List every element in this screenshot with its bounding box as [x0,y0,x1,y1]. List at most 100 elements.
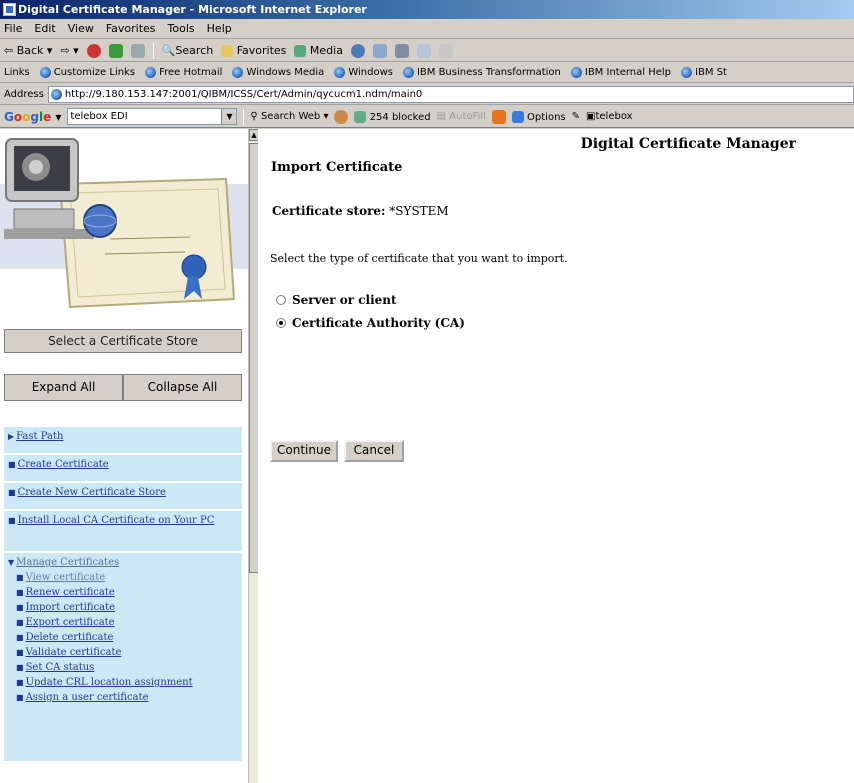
search-button[interactable]: 🔍Search [162,44,214,57]
subnav-delete-certificate[interactable]: ■ Delete certificate [16,630,239,645]
autofill-icon: ▤ [436,111,447,122]
mail-icon[interactable] [372,43,387,58]
collapse-arrow-icon: ▼ [8,558,15,567]
subnav-validate-certificate[interactable]: ■ Validate certificate [16,645,239,660]
binoculars-icon: ⚲ [250,111,258,122]
menu-bar: File Edit View Favorites Tools Help [0,19,854,39]
scroll-thumb[interactable] [249,143,258,573]
autofill-button[interactable]: ▤ AutoFill [437,111,486,122]
subnav-import-certificate[interactable]: ■ Import certificate [16,600,239,615]
bullet-icon: ■ [16,618,24,627]
certificate-store-value: *SYSTEM [389,204,449,218]
link-windows-media[interactable]: Windows Media [232,67,324,78]
back-arrow-icon: ⇦ [4,44,14,57]
media-button[interactable]: Media [294,44,343,57]
home-icon[interactable] [130,43,145,58]
bullet-icon: ■ [16,678,24,687]
popup-blocker-button[interactable]: 254 blocked [354,110,431,123]
ie-page-icon [232,67,244,78]
link-ibm-help[interactable]: IBM Internal Help [570,67,671,78]
ie-page-icon [681,67,693,78]
toolbar-separator [243,108,245,125]
menu-tools[interactable]: Tools [168,22,195,35]
menu-view[interactable]: View [68,22,94,35]
google-search-input[interactable]: telebox EDI ▼ [67,108,238,125]
stop-icon[interactable] [86,43,101,58]
telebox-button[interactable]: ▣telebox [586,111,633,122]
forward-button[interactable]: ⇨ ▾ [60,44,78,57]
expand-collapse-row: Expand All Collapse All [4,374,242,401]
google-logo[interactable]: Google ▾ [4,110,61,124]
nav-item-fast-path[interactable]: ▶ Fast Path [4,427,242,455]
radio-button-icon[interactable] [276,295,286,305]
edit-icon[interactable] [416,43,431,58]
search-icon: 🔍 [161,44,176,57]
links-bar: Links Customize Links Free Hotmail Windo… [0,63,854,83]
link-ibm-business[interactable]: IBM Business Transformation [402,67,561,78]
ie-page-icon [334,67,346,78]
back-button[interactable]: ⇦ Back ▾ [4,44,52,57]
radio-label-server-or-client: Server or client [292,293,397,307]
link-windows[interactable]: Windows [334,67,393,78]
scroll-up-arrow-icon[interactable]: ▲ [249,129,258,141]
ie-page-icon [570,67,582,78]
ie-app-icon [3,3,16,16]
options-icon [511,110,524,123]
page-icon [50,88,62,100]
options-button[interactable]: Options [511,110,566,123]
standard-toolbar: ⇦ Back ▾ ⇨ ▾ 🔍Search Favorites Media [0,40,854,62]
refresh-icon[interactable] [108,43,123,58]
manage-certificates-subnav: ■ View certificate ■ Renew certificate ■ Im… [8,570,239,705]
menu-favorites[interactable]: Favorites [106,22,156,35]
radio-button-selected-icon[interactable] [276,318,286,328]
print-icon[interactable] [394,43,409,58]
task-navigation-list: ▶ Fast Path ■ Create Certificate ■ Create N… [4,427,242,763]
discuss-icon[interactable] [438,43,453,58]
radio-label-certificate-authority: Certificate Authority (CA) [292,316,465,330]
bullet-icon: ■ [16,573,24,582]
radio-server-or-client[interactable]: Server or client [276,293,397,307]
chevron-down-icon[interactable]: ▼ [221,109,237,124]
cancel-button[interactable]: Cancel [344,440,404,462]
nav-item-create-certificate[interactable]: ■ Create Certificate [4,455,242,483]
expand-all-button[interactable]: Expand All [4,374,123,401]
subnav-set-ca-status[interactable]: ■ Set CA status [16,660,239,675]
links-label: Links [4,67,30,78]
history-icon[interactable] [350,43,365,58]
bullet-icon: ■ [16,693,24,702]
menu-edit[interactable]: Edit [34,22,55,35]
link-ibm-st[interactable]: IBM St [681,67,727,78]
link-hotmail[interactable]: Free Hotmail [145,67,222,78]
app-title: Digital Certificate Manager [580,136,796,152]
favorites-icon [221,45,234,57]
highlight-icon[interactable]: ✎ [572,111,580,122]
subnav-export-certificate[interactable]: ■ Export certificate [16,615,239,630]
menu-file[interactable]: File [4,22,22,35]
navigation-frame: Select a Certificate Store Expand All Co… [0,129,258,783]
pagerank-icon[interactable] [334,109,349,124]
nav-item-install-local-ca[interactable]: ■ Install Local CA Certificate on Your PC [4,511,242,553]
subnav-update-crl-location[interactable]: ■ Update CRL location assignment [16,675,239,690]
bullet-icon: ■ [16,648,24,657]
bullet-icon: ■ [8,488,16,497]
select-certificate-store-button[interactable]: Select a Certificate Store [4,329,242,353]
menu-help[interactable]: Help [207,22,232,35]
subnav-view-certificate[interactable]: ■ View certificate [16,570,239,585]
media-icon [294,45,307,57]
navigation-scrollbar[interactable]: ▲ [248,129,258,783]
forward-arrow-icon: ⇨ [60,44,70,57]
nav-item-manage-certificates[interactable]: ▼ Manage Certificates ■ View certificate ■… [4,553,242,763]
content-frame: Digital Certificate Manager Import Certi… [258,129,854,783]
nav-item-create-new-store[interactable]: ■ Create New Certificate Store [4,483,242,511]
link-customize[interactable]: Customize Links [39,67,135,78]
radio-certificate-authority[interactable]: Certificate Authority (CA) [276,316,465,330]
address-input[interactable]: http://9.180.153.147:2001/QIBM/ICSS/Cert… [47,85,854,103]
certificate-store-info: Certificate store: *SYSTEM [272,204,449,218]
subnav-assign-user-certificate[interactable]: ■ Assign a user certificate [16,690,239,705]
subnav-renew-certificate[interactable]: ■ Renew certificate [16,585,239,600]
collapse-all-button[interactable]: Collapse All [123,374,242,401]
search-web-button[interactable]: ⚲ Search Web ▾ [250,111,328,122]
favorites-button[interactable]: Favorites [221,44,286,57]
blogger-icon[interactable] [491,109,506,124]
continue-button[interactable]: Continue [270,440,338,462]
